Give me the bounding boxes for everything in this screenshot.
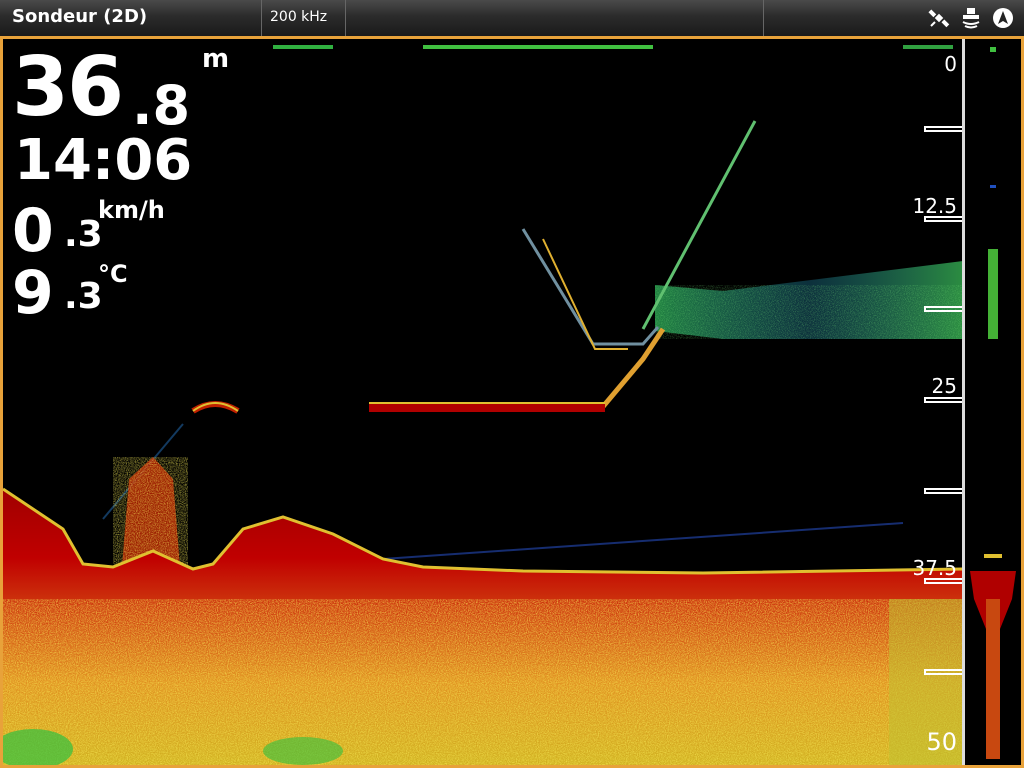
flasher-mark [990,47,996,52]
thermocline-grain [655,285,963,339]
surface-clutter [423,45,653,49]
object-trail [521,228,660,346]
time-readout: 14:06 [14,128,193,193]
status-icons [926,5,1016,31]
depth-tick [924,488,962,494]
surface-clutter [273,45,333,49]
depth-tick [924,306,962,312]
blank-segment [346,0,764,36]
flasher-mark [990,185,996,188]
flasher-bottom-band [986,599,1000,759]
depth-tick [924,669,962,675]
depth-readout: 36 [12,40,124,135]
navigation-arrow-icon[interactable] [990,5,1016,31]
sonar-transducer-icon[interactable] [958,5,984,31]
depth-label-37-5: 37.5 [912,556,957,580]
flasher-divider [962,39,965,765]
depth-label-25: 25 [931,374,957,398]
flasher-mark [984,554,1002,558]
depth-label-0: 0 [944,52,957,76]
depth-tick [924,126,962,132]
strong-return-line [369,404,605,412]
depth-unit: m [202,44,230,74]
object-trail [599,327,666,411]
strong-return-edge [369,402,605,404]
faint-return [382,522,904,560]
flasher-mark [988,249,998,339]
title-bar: Sondeur (2D) 200 kHz [0,0,1024,37]
temperature-decimal: .3 [64,276,103,317]
gps-satellite-icon[interactable] [926,5,952,31]
temperature-unit: °C [98,260,128,288]
flasher-bar [966,39,1021,765]
view-title: Sondeur (2D) [12,6,148,27]
seabed-green-patch [263,737,343,765]
surface-clutter [903,45,953,49]
seabed-grain [3,599,963,765]
temperature-readout: 9 [12,258,54,328]
depth-label-12-5: 12.5 [912,194,957,218]
speed-readout: 0 [12,196,54,266]
depth-label-50: 50 [926,728,957,756]
speed-unit: km/h [98,196,165,224]
speed-decimal: .3 [64,214,103,255]
frequency-label: 200 kHz [270,9,328,25]
